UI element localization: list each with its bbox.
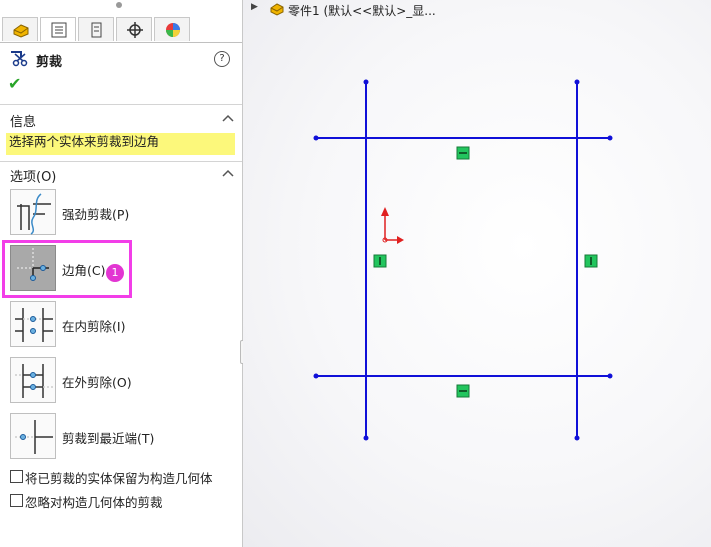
trim-away-outside-button[interactable] [10, 357, 56, 403]
info-section-title: 信息 [10, 115, 37, 130]
endpoint[interactable] [363, 435, 369, 441]
option-label-trim-outside: 在外剪除(O) [62, 375, 132, 390]
power-trim-icon [17, 193, 51, 235]
configuration-icon [91, 22, 102, 38]
endpoint[interactable] [607, 373, 613, 379]
power-trim-button[interactable] [10, 189, 56, 235]
option-label-trim-closest: 剪裁到最近端(T) [62, 431, 155, 446]
ok-check-icon[interactable]: ✔ [8, 74, 21, 93]
graphics-area[interactable]: ▶ 零件1 (默认<<默认>_显... [243, 0, 711, 547]
section-divider [0, 161, 242, 162]
trim-away-inside-button[interactable] [10, 301, 56, 347]
help-icon[interactable]: ? [214, 51, 230, 67]
endpoint[interactable] [574, 435, 580, 441]
origin-icon [381, 207, 404, 244]
checkbox[interactable] [10, 470, 23, 483]
trim-away-inside-icon [15, 308, 53, 342]
options-section-title: 选项(O) [10, 170, 57, 185]
manager-tabs [0, 14, 242, 43]
tab-property-manager[interactable] [40, 17, 76, 41]
crosshair-icon [127, 22, 143, 38]
checkbox-label: 将已剪裁的实体保留为构造几何体 [25, 471, 213, 486]
endpoint[interactable] [363, 79, 369, 85]
tab-display-manager[interactable] [154, 17, 190, 41]
option-label-power-trim: 强劲剪裁(P) [62, 207, 130, 222]
property-list-icon [51, 22, 67, 38]
horizontal-relation-icon[interactable] [456, 384, 470, 398]
feature-title: 剪裁 [36, 55, 63, 70]
tab-dimxpert-manager[interactable] [116, 17, 152, 41]
horizontal-relation-icon[interactable] [456, 146, 470, 160]
collapse-info-icon[interactable] [222, 113, 234, 123]
info-message: 选择两个实体来剪裁到边角 [6, 133, 235, 155]
tab-feature-manager[interactable] [2, 17, 38, 41]
endpoint[interactable] [313, 135, 319, 141]
trim-to-closest-button[interactable] [10, 413, 56, 459]
step-badge: 1 [106, 264, 124, 282]
panel-drag-handle[interactable] [116, 2, 122, 8]
option-label-trim-inside: 在内剪除(I) [62, 319, 126, 334]
trim-feature-icon [11, 51, 28, 67]
part-tree-icon [13, 24, 29, 38]
appearance-icon [166, 23, 180, 37]
trim-to-closest-icon [15, 420, 53, 454]
vertical-relation-icon[interactable] [584, 254, 598, 268]
relation-markers[interactable] [373, 146, 598, 398]
trim-away-outside-icon [15, 364, 53, 398]
vertical-relation-icon[interactable] [373, 254, 387, 268]
section-divider [0, 104, 242, 105]
sketch-canvas[interactable] [243, 0, 711, 547]
endpoint[interactable] [313, 373, 319, 379]
checkbox-label: 忽略对构造几何体的剪裁 [25, 495, 163, 510]
endpoint[interactable] [574, 79, 580, 85]
endpoint[interactable] [607, 135, 613, 141]
tab-configuration-manager[interactable] [78, 17, 114, 41]
collapse-options-icon[interactable] [222, 168, 234, 178]
checkbox[interactable] [10, 494, 23, 507]
property-manager-panel: 剪裁 ? ✔ 信息 选择两个实体来剪裁到边角 选项(O) 强劲剪裁(P) 边角(… [0, 0, 243, 547]
